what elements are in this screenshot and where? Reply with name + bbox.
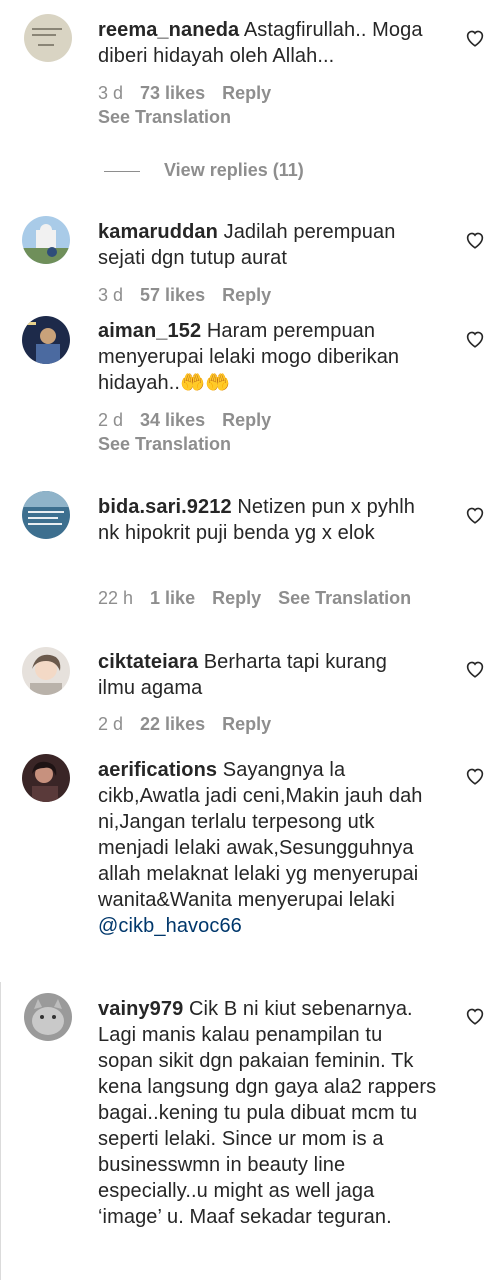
comment-text: ciktateiara Berharta tapi kurang ilmu ag…	[98, 649, 428, 701]
comment-text: aerifications Sayangnya la cikb,Awatla j…	[98, 757, 428, 939]
see-translation-button[interactable]: See Translation	[98, 432, 231, 456]
comment-meta: 2 d 34 likes Reply	[98, 408, 288, 432]
heart-outline-icon[interactable]	[465, 29, 485, 47]
reply-button[interactable]: Reply	[222, 83, 271, 103]
view-replies-label[interactable]: View replies (11)	[164, 160, 304, 180]
replies-divider	[104, 170, 140, 172]
avatar[interactable]	[24, 14, 72, 62]
comment-likes[interactable]: 73 likes	[140, 83, 205, 103]
comment-time: 2 d	[98, 410, 124, 430]
heart-outline-icon[interactable]	[465, 330, 485, 348]
comment-time: 22 h	[98, 588, 134, 608]
see-translation-button[interactable]: See Translation	[278, 588, 411, 608]
comment-meta: 3 d 57 likes Reply	[98, 283, 288, 307]
view-replies-button[interactable]: View replies (11)	[104, 158, 304, 182]
heart-outline-icon[interactable]	[465, 1007, 485, 1025]
avatar[interactable]	[24, 993, 72, 1041]
comment-time: 2 d	[98, 714, 124, 734]
comment-emoji: 🤲🤲	[180, 372, 231, 394]
comment-username[interactable]: reema_naneda	[98, 19, 239, 41]
comment-body: Sayangnya la cikb,Awatla jadi ceni,Makin…	[98, 759, 423, 911]
heart-outline-icon[interactable]	[465, 231, 485, 249]
heart-outline-icon[interactable]	[465, 767, 485, 785]
avatar[interactable]	[22, 647, 70, 695]
comment-time: 3 d	[98, 285, 124, 305]
comment-time: 3 d	[98, 83, 124, 103]
comment-text: aiman_152 Haram perempuan menyerupai lel…	[98, 318, 428, 396]
comment-likes[interactable]: 57 likes	[140, 285, 205, 305]
comment-username[interactable]: bida.sari.9212	[98, 496, 232, 518]
avatar[interactable]	[22, 316, 70, 364]
reply-button[interactable]: Reply	[212, 588, 261, 608]
comment-meta: 3 d 73 likes Reply	[98, 81, 288, 105]
comment-username[interactable]: ciktateiara	[98, 651, 198, 673]
comment-username[interactable]: aerifications	[98, 759, 217, 781]
section-divider	[0, 982, 1, 1280]
comment-text: reema_naneda Astagfirullah.. Moga diberi…	[98, 17, 428, 69]
comment-username[interactable]: aiman_152	[98, 320, 201, 342]
heart-outline-icon[interactable]	[465, 660, 485, 678]
comment-likes[interactable]: 1 like	[150, 588, 195, 608]
comment-likes[interactable]: 22 likes	[140, 714, 205, 734]
comment-text: vainy979 Cik B ni kiut sebenarnya. Lagi …	[98, 996, 438, 1230]
comment-meta: 2 d 22 likes Reply	[98, 712, 288, 736]
heart-outline-icon[interactable]	[465, 506, 485, 524]
comment-username[interactable]: vainy979	[98, 998, 183, 1020]
comment-body: Cik B ni kiut sebenarnya. Lagi manis kal…	[98, 998, 437, 1228]
reply-button[interactable]: Reply	[222, 714, 271, 734]
comment-meta: 22 h 1 like Reply See Translation	[98, 586, 428, 610]
comment-text: bida.sari.9212 Netizen pun x pyhlh nk hi…	[98, 494, 428, 546]
comment-likes[interactable]: 34 likes	[140, 410, 205, 430]
see-translation-button[interactable]: See Translation	[98, 105, 231, 129]
mention-link[interactable]: @cikb_havoc66	[98, 915, 242, 937]
comment-username[interactable]: kamaruddan	[98, 221, 218, 243]
comment-text: kamaruddan Jadilah perempuan sejati dgn …	[98, 219, 428, 271]
avatar[interactable]	[22, 754, 70, 802]
reply-button[interactable]: Reply	[222, 410, 271, 430]
avatar[interactable]	[22, 216, 70, 264]
reply-button[interactable]: Reply	[222, 285, 271, 305]
avatar[interactable]	[22, 491, 70, 539]
